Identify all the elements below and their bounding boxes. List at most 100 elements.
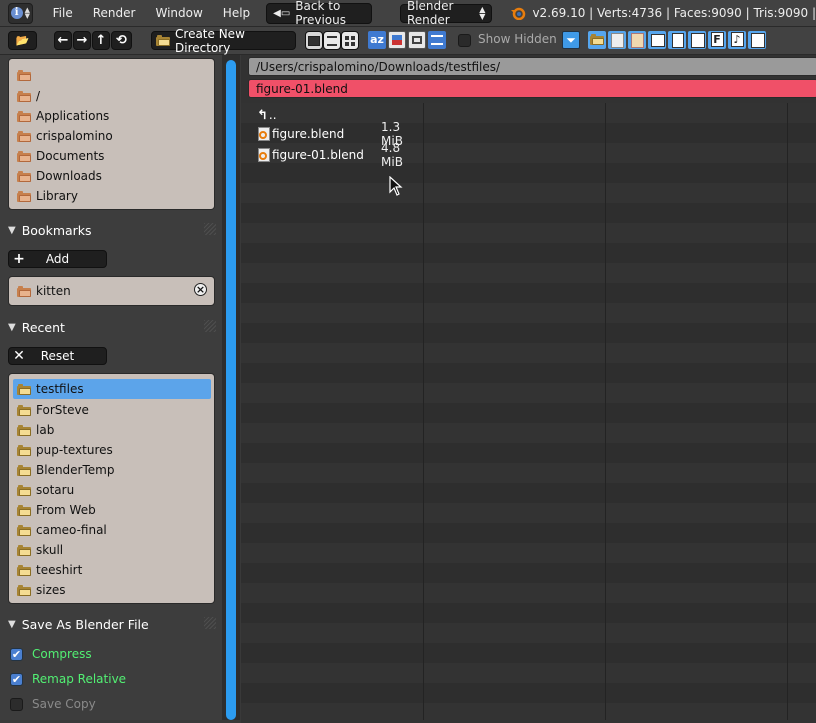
list-stripe (241, 503, 816, 523)
display-detailed-list-button[interactable] (323, 31, 341, 50)
system-item-applications[interactable]: Applications (17, 106, 109, 126)
bookmarks-panel-header[interactable]: ▼ Bookmarks (8, 220, 92, 240)
list-stripe (241, 403, 816, 423)
filter-fonts-button[interactable] (688, 31, 706, 49)
sort-alpha-button[interactable]: az (368, 31, 386, 49)
sort-size-icon (431, 35, 443, 45)
folder-icon (17, 524, 31, 536)
system-item-volume[interactable] (17, 65, 36, 85)
scene-stats: v2.69.10 | Verts:4736 | Faces:9090 | Tri… (532, 6, 816, 20)
forward-button[interactable]: → (73, 31, 91, 50)
file-browser-sidebar: / Applications crispalomino Documents Do… (0, 55, 222, 720)
compress-checkbox[interactable]: ✔ Compress (10, 645, 92, 663)
panel-grip-icon[interactable] (204, 617, 216, 629)
recent-item-testfiles[interactable]: testfiles (17, 379, 84, 399)
back-to-previous-button[interactable]: ◀▭ Back to Previous (266, 0, 372, 27)
recent-item-cameo-final[interactable]: cameo-final (17, 520, 107, 540)
system-item-documents[interactable]: Documents (17, 146, 104, 166)
list-stripe (241, 303, 816, 323)
filter-toggle-button[interactable]: ⏷ (562, 31, 580, 49)
create-new-directory-button[interactable]: Create New Directory (151, 27, 296, 55)
back-to-previous-label: Back to Previous (295, 0, 347, 27)
save-options-panel-header[interactable]: ▼ Save As Blender File (8, 614, 149, 634)
show-hidden-checkbox[interactable] (456, 31, 472, 50)
menu-render[interactable]: Render (83, 6, 146, 20)
blend-file-filter-icon (611, 33, 624, 48)
filter-folders-button[interactable] (588, 31, 606, 49)
system-item-downloads[interactable]: Downloads (17, 166, 102, 186)
top-header: i ▲ ▼ File Render Window Help ◀▭ Back to … (0, 0, 816, 27)
image-filter-icon (631, 33, 644, 48)
compress-label: Compress (32, 647, 92, 661)
parent-directory-item[interactable]: ↰ .. (257, 105, 277, 125)
text-filter-icon: F (710, 32, 724, 47)
back-button[interactable]: ← (54, 31, 72, 50)
recent-panel-header[interactable]: ▼ Recent (8, 317, 65, 337)
filter-folders-extra-button[interactable] (748, 31, 766, 49)
filename-input[interactable]: figure-01.blend (248, 79, 816, 98)
render-engine-select[interactable]: Blender Render ▲ ▼ (399, 0, 493, 27)
file-row[interactable]: figure.blend 1.3 MiB (257, 120, 403, 148)
folder-icon (17, 170, 31, 182)
list-stripe (241, 483, 816, 503)
recent-item-from-web[interactable]: From Web (17, 500, 96, 520)
save-copy-checkbox[interactable]: Save Copy (10, 695, 96, 713)
unchecked-box-icon (10, 697, 23, 711)
editor-type-button[interactable]: i ▲ ▼ (8, 2, 33, 24)
menu-file[interactable]: File (43, 6, 83, 20)
panel-grip-icon[interactable] (204, 223, 216, 235)
list-stripe (241, 263, 816, 283)
system-item-home[interactable]: crispalomino (17, 126, 113, 146)
list-stripe (241, 463, 816, 483)
filter-images-button[interactable] (628, 31, 646, 49)
recent-item-teeshirt[interactable]: teeshirt (17, 560, 82, 580)
sort-time-button[interactable] (408, 31, 426, 49)
x-icon: ✕ (13, 348, 25, 364)
filter-scripts-button[interactable] (668, 31, 686, 49)
add-bookmark-button[interactable]: + Add (8, 250, 107, 268)
list-stripe (241, 443, 816, 463)
menu-window[interactable]: Window (145, 6, 212, 20)
reset-recent-button[interactable]: ✕ Reset (8, 347, 107, 365)
refresh-button[interactable]: ⟲ (111, 31, 132, 50)
script-filter-icon (672, 33, 684, 48)
file-row[interactable]: figure-01.blend 4.8 MiB (257, 141, 403, 169)
sidebar-scrollbar-thumb[interactable] (226, 60, 236, 720)
recent-item-lab[interactable]: lab (17, 420, 54, 440)
system-item-root[interactable]: / (17, 86, 40, 106)
filter-movies-button[interactable] (648, 31, 666, 49)
directory-path-input[interactable]: /Users/crispalomino/Downloads/testfiles/ (248, 57, 816, 76)
display-short-list-button[interactable] (305, 31, 323, 50)
sort-size-button[interactable] (428, 31, 446, 49)
recent-item-pup-textures[interactable]: pup-textures (17, 440, 113, 460)
recent-item-forsteve[interactable]: ForSteve (17, 400, 89, 420)
list-stripe (241, 603, 816, 623)
list-stripe (241, 643, 816, 663)
file-name: figure.blend (272, 127, 345, 141)
filter-sounds-button[interactable]: ♪ (728, 31, 746, 49)
recent-item-sizes[interactable]: sizes (17, 580, 66, 600)
recent-item-blendertemp[interactable]: BlenderTemp (17, 460, 114, 480)
panel-grip-icon[interactable] (204, 320, 216, 332)
system-item-library[interactable]: Library (17, 186, 78, 206)
blend-file-icon (257, 127, 271, 141)
parent-directory-button[interactable]: ↑ (92, 31, 110, 50)
list-stripe (241, 383, 816, 403)
folder-icon (17, 424, 31, 436)
recent-item-label: lab (36, 423, 55, 437)
sort-extension-button[interactable] (388, 31, 406, 49)
filter-text-button[interactable]: F (708, 31, 726, 49)
recent-item-skull[interactable]: skull (17, 540, 63, 560)
display-thumbnails-button[interactable] (341, 31, 359, 50)
bookmark-item-kitten[interactable]: kitten (17, 281, 207, 301)
filter-blend-button[interactable] (608, 31, 626, 49)
menu-help[interactable]: Help (213, 6, 260, 20)
mouse-cursor-icon (389, 176, 403, 196)
recent-item-sotaru[interactable]: sotaru (17, 480, 74, 500)
blender-logo-icon (510, 6, 526, 21)
system-item-label: Library (36, 189, 78, 203)
file-browser-editor-button[interactable]: 📂 (8, 31, 37, 50)
new-folder-icon (156, 35, 170, 46)
remove-bookmark-icon[interactable]: × (194, 283, 207, 296)
remap-relative-checkbox[interactable]: ✔ Remap Relative (10, 670, 126, 688)
